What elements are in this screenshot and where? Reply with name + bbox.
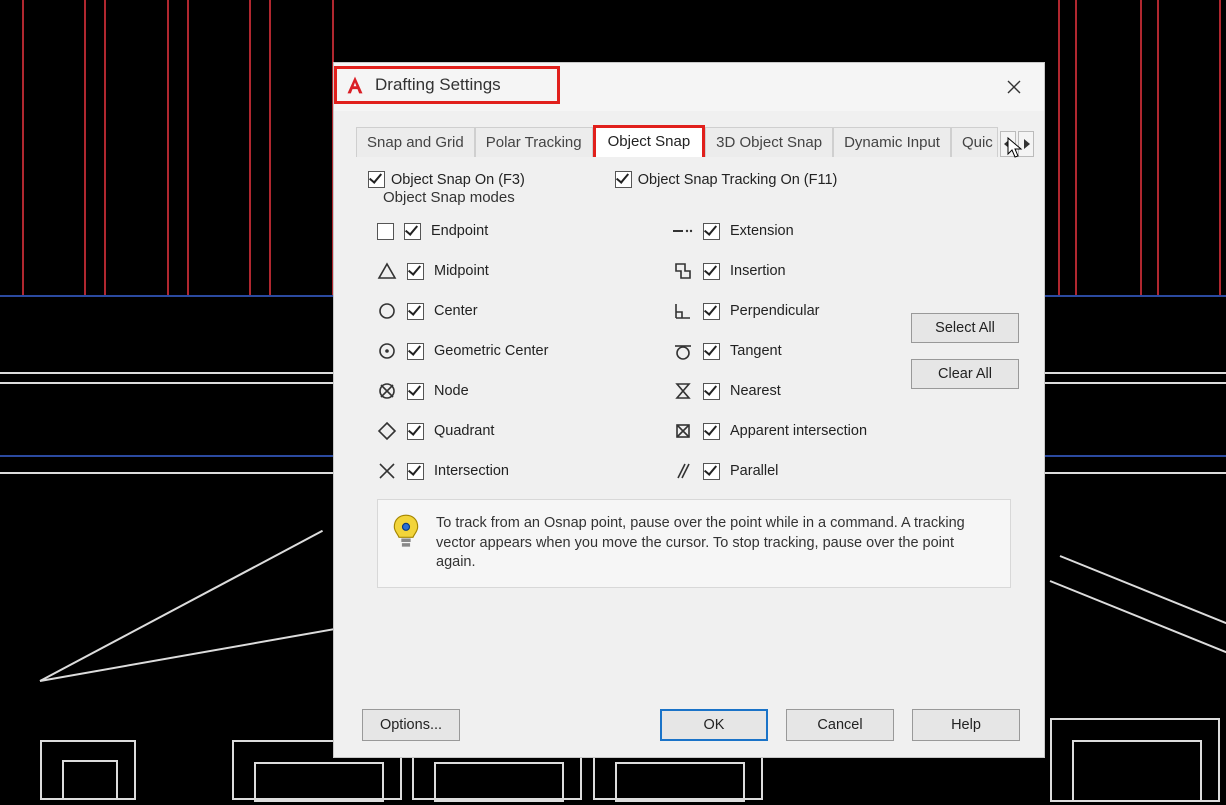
autocad-logo-icon	[345, 75, 365, 95]
checkbox-parallel[interactable]	[703, 463, 720, 480]
tab-content: Object Snap On (F3) Object Snap Tracking…	[334, 157, 1044, 611]
checkbox-tangent[interactable]	[703, 343, 720, 360]
label-tangent: Tangent	[730, 343, 782, 359]
label-nearest: Nearest	[730, 383, 781, 399]
label-apparent-intersection: Apparent intersection	[730, 423, 867, 439]
nearest-hourglass-icon	[673, 381, 693, 401]
midpoint-triangle-icon	[377, 261, 397, 281]
label-node: Node	[434, 383, 469, 399]
label-insertion: Insertion	[730, 263, 786, 279]
checkbox-insertion[interactable]	[703, 263, 720, 280]
checkbox-extension[interactable]	[703, 223, 720, 240]
checkbox-perpendicular[interactable]	[703, 303, 720, 320]
checkbox-midpoint[interactable]	[407, 263, 424, 280]
checkbox-object-snap-on[interactable]	[368, 171, 385, 188]
extension-icon	[673, 221, 693, 241]
tab-polar-tracking[interactable]: Polar Tracking	[475, 127, 593, 157]
tab-strip: Snap and Grid Polar Tracking Object Snap…	[334, 111, 1044, 157]
label-quadrant: Quadrant	[434, 423, 494, 439]
label-geometric-center: Geometric Center	[434, 343, 548, 359]
quadrant-diamond-icon	[377, 421, 397, 441]
drafting-settings-dialog: Drafting Settings Snap and Grid Polar Tr…	[333, 62, 1045, 758]
checkbox-center[interactable]	[407, 303, 424, 320]
title-highlight-box: Drafting Settings	[334, 66, 560, 104]
dialog-title: Drafting Settings	[375, 75, 501, 95]
triangle-left-icon	[1004, 139, 1012, 149]
label-parallel: Parallel	[730, 463, 778, 479]
help-button[interactable]: Help	[912, 709, 1020, 741]
center-circle-icon	[377, 301, 397, 321]
label-object-snap-on: Object Snap On (F3)	[391, 172, 525, 188]
perpendicular-icon	[673, 301, 693, 321]
tab-quick-truncated[interactable]: Quic	[951, 127, 998, 157]
checkbox-object-snap-tracking-on[interactable]	[615, 171, 632, 188]
label-perpendicular: Perpendicular	[730, 303, 819, 319]
lightbulb-icon	[392, 514, 420, 552]
parallel-icon	[673, 461, 693, 481]
label-object-snap-tracking-on: Object Snap Tracking On (F11)	[638, 172, 838, 188]
checkbox-intersection[interactable]	[407, 463, 424, 480]
triangle-right-icon	[1022, 139, 1030, 149]
endpoint-symbol-square-icon	[377, 223, 394, 240]
tab-scroll-right[interactable]	[1018, 131, 1034, 157]
checkbox-apparent-intersection[interactable]	[703, 423, 720, 440]
label-center: Center	[434, 303, 478, 319]
label-midpoint: Midpoint	[434, 263, 489, 279]
intersection-x-icon	[377, 461, 397, 481]
tab-scroll-left[interactable]	[1000, 131, 1016, 157]
checkbox-quadrant[interactable]	[407, 423, 424, 440]
tab-snap-and-grid[interactable]: Snap and Grid	[356, 127, 475, 157]
select-all-button[interactable]: Select All	[911, 313, 1019, 343]
label-endpoint: Endpoint	[431, 223, 488, 239]
label-intersection: Intersection	[434, 463, 509, 479]
dialog-footer: Options... OK Cancel Help	[334, 709, 1044, 741]
titlebar: Drafting Settings	[334, 63, 1044, 111]
close-button[interactable]	[994, 70, 1034, 104]
modes-legend: Object Snap modes	[379, 189, 519, 206]
options-button[interactable]: Options...	[362, 709, 460, 741]
apparent-intersection-icon	[673, 421, 693, 441]
clear-all-button[interactable]: Clear All	[911, 359, 1019, 389]
close-icon	[1007, 80, 1021, 94]
ok-button[interactable]: OK	[660, 709, 768, 741]
checkbox-geometric-center[interactable]	[407, 343, 424, 360]
geometric-center-icon	[377, 341, 397, 361]
tab-3d-object-snap[interactable]: 3D Object Snap	[705, 127, 833, 157]
checkbox-node[interactable]	[407, 383, 424, 400]
insertion-icon	[673, 261, 693, 281]
cancel-button[interactable]: Cancel	[786, 709, 894, 741]
hint-text: To track from an Osnap point, pause over…	[436, 514, 992, 573]
label-extension: Extension	[730, 223, 794, 239]
tracking-hint: To track from an Osnap point, pause over…	[377, 499, 1011, 588]
tab-object-snap[interactable]: Object Snap	[593, 125, 706, 157]
node-icon	[377, 381, 397, 401]
tangent-icon	[673, 341, 693, 361]
checkbox-endpoint[interactable]	[404, 223, 421, 240]
checkbox-nearest[interactable]	[703, 383, 720, 400]
tab-dynamic-input[interactable]: Dynamic Input	[833, 127, 951, 157]
